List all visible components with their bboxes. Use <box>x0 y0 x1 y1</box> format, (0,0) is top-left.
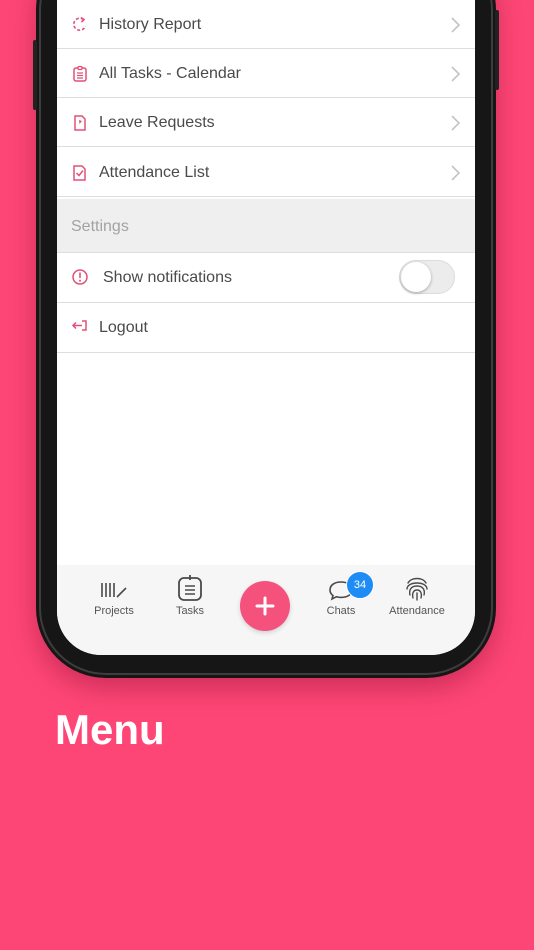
menu-item-label: All Tasks - Calendar <box>99 65 241 82</box>
settings-section-header: Settings <box>57 199 475 253</box>
tasks-icon <box>178 575 202 601</box>
menu-item-logout[interactable]: Logout <box>57 303 475 353</box>
menu-item-label: Show notifications <box>103 269 232 286</box>
add-button[interactable] <box>240 581 290 631</box>
menu-item-show-notifications: Show notifications <box>57 253 475 303</box>
menu-item-label: Attendance List <box>99 164 210 181</box>
logout-icon <box>71 320 87 331</box>
history-icon <box>73 16 87 31</box>
chevron-right-icon <box>451 66 461 82</box>
chevron-right-icon <box>451 165 461 181</box>
leave-document-icon <box>74 115 86 131</box>
fingerprint-icon <box>406 577 428 601</box>
menu-item-history-report[interactable]: History Report <box>57 0 475 49</box>
phone-side-button <box>495 10 499 90</box>
checklist-icon <box>73 165 86 181</box>
page-caption: Menu <box>55 706 165 753</box>
menu-item-leave-requests[interactable]: Leave Requests <box>57 98 475 147</box>
alert-icon <box>72 269 88 285</box>
phone-side-button <box>33 40 37 110</box>
settings-header-label: Settings <box>71 218 129 235</box>
tab-label: Projects <box>94 605 134 617</box>
chats-unread-badge: 34 <box>346 571 374 599</box>
menu-item-attendance-list[interactable]: Attendance List <box>57 148 475 197</box>
tab-projects[interactable]: Projects <box>76 579 152 617</box>
tab-label: Attendance <box>389 605 445 617</box>
menu-item-all-tasks-calendar[interactable]: All Tasks - Calendar <box>57 49 475 98</box>
app-screen: History Report All Tasks - Calendar Leav… <box>57 0 475 655</box>
tab-bar: Projects Tasks Chats 34 Attendance <box>57 565 475 655</box>
plus-icon <box>255 596 275 616</box>
menu-item-label: History Report <box>99 16 202 33</box>
tab-attendance[interactable]: Attendance <box>379 577 455 617</box>
tab-label: Tasks <box>175 605 205 617</box>
tab-chats[interactable]: Chats 34 <box>303 571 379 617</box>
chevron-right-icon <box>451 17 461 33</box>
calendar-icon <box>73 65 87 82</box>
tab-label: Chats <box>326 605 356 617</box>
notifications-toggle[interactable] <box>399 260 455 294</box>
menu-item-label: Leave Requests <box>99 114 215 131</box>
tab-tasks[interactable]: Tasks <box>152 575 228 617</box>
menu-item-label: Logout <box>99 319 148 336</box>
projects-icon <box>101 583 127 598</box>
chevron-right-icon <box>451 115 461 131</box>
toggle-knob[interactable] <box>401 262 431 292</box>
